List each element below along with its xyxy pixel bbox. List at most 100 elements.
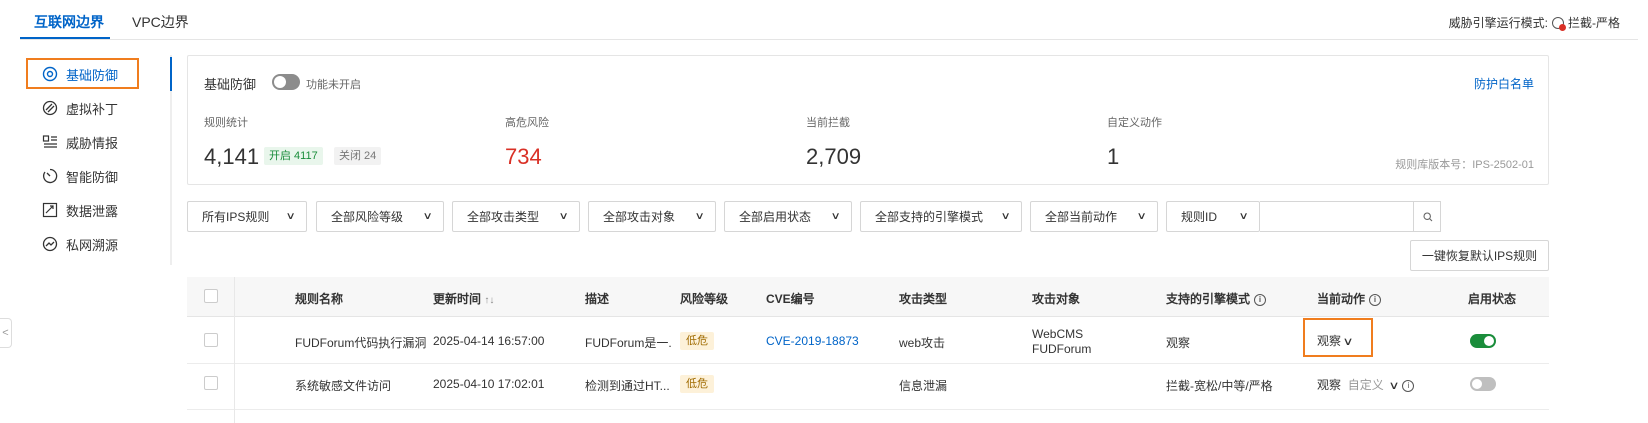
sidebar-item-data-leak[interactable]: 数据泄露 bbox=[42, 200, 118, 220]
select-all-checkbox[interactable] bbox=[204, 289, 218, 303]
filter-label: 全部当前动作 bbox=[1045, 210, 1118, 224]
chevron-down-icon: ∨ bbox=[830, 211, 841, 222]
disabled-count-pill: 关闭 24 bbox=[334, 147, 382, 165]
col-rule-name: 规则名称 bbox=[295, 292, 344, 306]
filter-attack-target[interactable]: 全部攻击对象 ∨ bbox=[588, 201, 716, 232]
info-icon[interactable]: i bbox=[1369, 293, 1382, 306]
basic-defense-card: 基础防御 功能未开启 防护白名单 规则统计 高危风险 当前拦截 自定义动作 4,… bbox=[187, 55, 1549, 185]
chevron-down-icon: ∨ bbox=[1238, 211, 1249, 222]
chevron-down-icon: ∨ bbox=[694, 211, 705, 222]
rule-name: FUDForum代码执行漏洞 bbox=[295, 336, 427, 350]
search-button[interactable] bbox=[1413, 201, 1442, 232]
sidebar-collapse-handle[interactable]: < bbox=[0, 318, 12, 348]
enable-toggle[interactable] bbox=[1470, 377, 1496, 391]
sidebar-item-label: 智能防御 bbox=[66, 169, 119, 185]
sort-icon[interactable]: ↑↓ bbox=[484, 295, 494, 306]
sidebar-item-virtual-patch[interactable]: 虚拟补丁 bbox=[42, 98, 118, 118]
filter-risk-level[interactable]: 全部风险等级 ∨ bbox=[316, 201, 444, 232]
description: FUDForum是一. bbox=[585, 336, 672, 350]
smart-icon bbox=[42, 168, 58, 184]
attack-type: web攻击 bbox=[899, 336, 946, 350]
engine-mode-indicator: 威胁引擎运行模式: 拦截-严格 bbox=[1449, 14, 1620, 31]
info-icon[interactable]: i bbox=[1254, 293, 1267, 306]
tab-vpc-border[interactable]: VPC边界 bbox=[132, 12, 189, 32]
filter-label: 全部启用状态 bbox=[739, 210, 812, 224]
filter-rule-id[interactable]: 规则ID ∨ bbox=[1166, 201, 1260, 232]
leak-icon bbox=[42, 202, 58, 218]
col-attack-target: 攻击对象 bbox=[1032, 292, 1081, 306]
sidebar-item-basic-defense[interactable]: 基础防御 bbox=[42, 64, 118, 84]
enabled-count-pill: 开启 4117 bbox=[264, 147, 323, 165]
custom-action-tag: 自定义 bbox=[1347, 378, 1384, 392]
chevron-left-icon: < bbox=[2, 327, 9, 339]
col-current-action: 当前动作 i bbox=[1317, 290, 1382, 307]
description: 检测到通过HT... bbox=[585, 379, 670, 393]
stat-label-rules: 规则统计 bbox=[204, 117, 248, 129]
shield-icon bbox=[42, 66, 58, 82]
filter-label: 所有IPS规则 bbox=[202, 210, 270, 224]
sidebar-item-label: 基础防御 bbox=[66, 67, 119, 83]
row-checkbox[interactable] bbox=[204, 333, 218, 347]
rule-name: 系统敏感文件访问 bbox=[295, 379, 392, 393]
sidebar-item-threat-intel[interactable]: 威胁情报 bbox=[42, 132, 118, 152]
sidebar-item-smart-defense[interactable]: 智能防御 bbox=[42, 166, 118, 186]
trace-icon bbox=[42, 236, 58, 252]
sidebar-item-private-trace[interactable]: 私网溯源 bbox=[42, 234, 118, 254]
filter-ips-rules[interactable]: 所有IPS规则 ∨ bbox=[187, 201, 307, 232]
attack-target-line2: FUDForum bbox=[1032, 342, 1092, 356]
cve-link[interactable]: CVE-2019-18873 bbox=[766, 334, 859, 348]
col-engine-mode: 支持的引擎模式 i bbox=[1166, 290, 1267, 307]
attack-type: 信息泄漏 bbox=[899, 379, 948, 393]
chevron-down-icon: ∨ bbox=[422, 211, 433, 222]
col-update-time[interactable]: 更新时间 ↑↓ bbox=[433, 290, 494, 307]
enable-toggle[interactable] bbox=[1470, 334, 1496, 348]
table-row: 系统敏感文件访问 2025-04-10 17:02:01 检测到通过HT... … bbox=[187, 364, 1549, 410]
col-description: 描述 bbox=[585, 292, 610, 306]
col-update-time-label: 更新时间 bbox=[433, 292, 482, 306]
current-action-value: 观察 bbox=[1317, 378, 1342, 392]
filter-label: 全部风险等级 bbox=[331, 210, 404, 224]
current-action-select[interactable]: 观察 自定义 ∨ i bbox=[1317, 376, 1415, 393]
tab-internet-border[interactable]: 互联网边界 bbox=[34, 12, 104, 32]
rule-library-version: 规则库版本号：IPS-2502-01 bbox=[1395, 159, 1534, 171]
col-current-action-label: 当前动作 bbox=[1317, 292, 1366, 306]
stat-label-blocking: 当前拦截 bbox=[806, 117, 850, 129]
restore-default-rules-button[interactable]: 一键恢复默认IPS规则 bbox=[1410, 240, 1549, 271]
update-time: 2025-04-10 17:02:01 bbox=[433, 377, 545, 391]
intel-icon bbox=[42, 135, 57, 148]
risk-badge: 低危 bbox=[680, 332, 714, 350]
toggle-status-label: 功能未开启 bbox=[306, 79, 361, 91]
whitelist-link[interactable]: 防护白名单 bbox=[1474, 75, 1534, 92]
sidebar-item-label: 虚拟补丁 bbox=[66, 101, 119, 117]
chevron-down-icon: ∨ bbox=[1388, 380, 1401, 392]
info-icon[interactable]: i bbox=[1402, 379, 1415, 392]
current-action-highlight-box bbox=[1303, 318, 1373, 357]
engine-mode: 观察 bbox=[1166, 336, 1191, 350]
filter-engine-mode[interactable]: 全部支持的引擎模式 ∨ bbox=[860, 201, 1022, 232]
top-tabs-bar: 互联网边界 VPC边界 威胁引擎运行模式: 拦截-严格 bbox=[20, 0, 1638, 40]
col-engine-mode-label: 支持的引擎模式 bbox=[1166, 292, 1251, 306]
stat-label-custom-action: 自定义动作 bbox=[1107, 117, 1162, 129]
col-cve: CVE编号 bbox=[766, 292, 815, 306]
stat-value-rules: 4,141 bbox=[204, 144, 260, 169]
filter-attack-type[interactable]: 全部攻击类型 ∨ bbox=[452, 201, 580, 232]
chevron-down-icon: ∨ bbox=[1000, 211, 1011, 222]
chevron-down-icon: ∨ bbox=[1136, 211, 1147, 222]
filter-label: 规则ID bbox=[1181, 210, 1218, 224]
filter-label: 全部攻击对象 bbox=[603, 210, 676, 224]
stat-value-custom-action: 1 bbox=[1107, 144, 1120, 169]
col-risk-level: 风险等级 bbox=[680, 292, 729, 306]
row-checkbox[interactable] bbox=[204, 376, 218, 390]
basic-defense-toggle[interactable] bbox=[272, 74, 300, 90]
block-mode-icon bbox=[1552, 16, 1566, 31]
sidebar-active-bar bbox=[170, 57, 172, 91]
filter-current-action[interactable]: 全部当前动作 ∨ bbox=[1030, 201, 1158, 232]
stat-value-blocking: 2,709 bbox=[806, 144, 862, 169]
stat-label-high-risk: 高危风险 bbox=[505, 117, 549, 129]
engine-mode-value[interactable]: 拦截-严格 bbox=[1568, 14, 1620, 31]
engine-mode: 拦截-宽松/中等/严格 bbox=[1166, 379, 1273, 393]
filter-enable-status[interactable]: 全部启用状态 ∨ bbox=[724, 201, 852, 232]
filter-label: 全部支持的引擎模式 bbox=[875, 210, 984, 224]
attack-target-line1: WebCMS bbox=[1032, 327, 1084, 341]
sticky-column-divider bbox=[234, 277, 235, 423]
